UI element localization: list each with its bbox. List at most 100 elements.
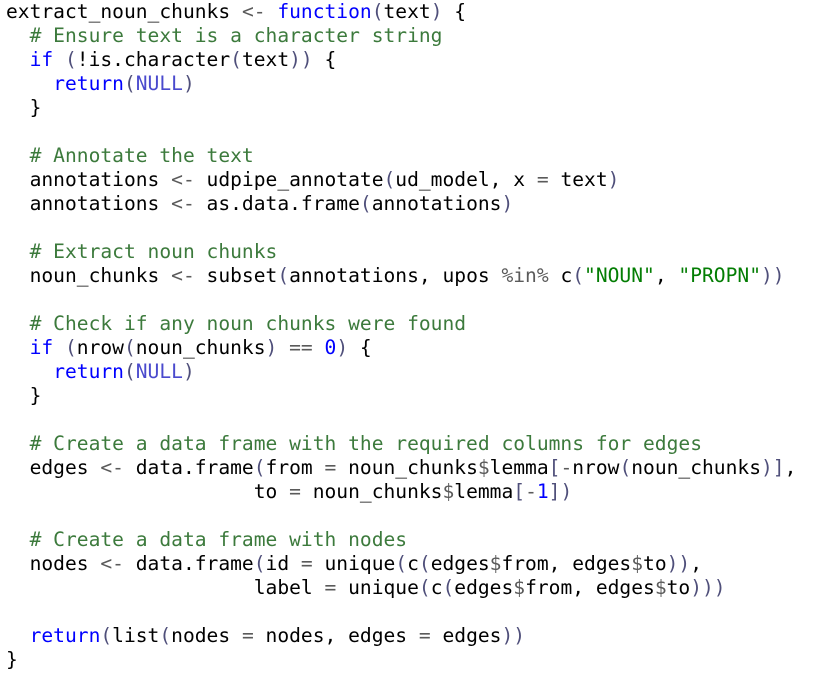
code-token-constant: NULL — [135, 360, 183, 383]
code-token-text: to — [666, 576, 691, 599]
code-token-text: to — [6, 480, 290, 503]
code-token-bracket: ( — [359, 192, 372, 215]
code-token-operator: - — [525, 480, 537, 503]
code-token-text: edges — [430, 552, 490, 575]
code-token-text: unique — [312, 552, 396, 575]
code-token-bracket: ]) — [548, 480, 573, 503]
code-token-operator: $ — [442, 480, 455, 503]
code-token-bracket: ( — [159, 624, 172, 647]
code-token-bracket: ( — [418, 576, 431, 599]
code-token-text: nodes — [6, 552, 101, 575]
code-line: edges <- data.frame(from = noun_chunks$l… — [6, 456, 797, 480]
code-token-text: as.data.frame — [194, 192, 360, 215]
code-token-keyword: if — [29, 48, 54, 71]
code-line: annotations <- as.data.frame(annotations… — [6, 192, 796, 216]
code-token-bracket: [ — [548, 456, 561, 479]
code-token-text: edges — [430, 624, 502, 647]
code-token-comment: # Extract noun chunks — [29, 240, 278, 263]
code-token-text: from — [265, 456, 325, 479]
code-token-text: id — [265, 552, 301, 575]
code-token-bracket: ( — [395, 552, 408, 575]
code-token-operator: $ — [489, 552, 502, 575]
code-token-text: from, edges — [525, 576, 655, 599]
code-token-operator: %in% — [501, 264, 549, 287]
code-token-operator: = — [300, 552, 313, 575]
code-token-text: annotations — [371, 192, 502, 215]
code-token-bracket: )) — [501, 624, 526, 647]
code-token-bracket: )] — [761, 456, 785, 479]
code-line: # Check if any noun chunks were found — [6, 312, 796, 336]
code-token-text: from, edges — [501, 552, 632, 575]
code-token-bracket: ( — [371, 0, 384, 23]
code-token-bracket: ( — [100, 624, 113, 647]
code-token-text: { — [312, 48, 337, 71]
code-token-operator: <- — [171, 192, 195, 215]
code-token-string: "PROPN" — [678, 264, 761, 287]
code-editor[interactable]: extract_noun_chunks <- function(text) { … — [0, 0, 814, 673]
code-token-text: nrow — [76, 336, 124, 359]
code-token-comment: # Create a data frame with the required … — [29, 432, 702, 455]
code-token-bracket: ) — [501, 192, 514, 215]
code-token-text: } — [6, 648, 18, 671]
code-token-operator: <- — [171, 264, 195, 287]
code-token-text: data.frame — [123, 456, 254, 479]
code-token-operator: = — [324, 576, 337, 599]
code-token-bracket: ) — [607, 168, 620, 191]
code-block[interactable]: extract_noun_chunks <- function(text) { … — [6, 0, 796, 672]
code-line: extract_noun_chunks <- function(text) { — [6, 0, 796, 24]
code-line: return(list(nodes = nodes, edges = edges… — [6, 624, 796, 648]
code-token-bracket: ( — [619, 456, 632, 479]
code-token-operator: - — [560, 456, 573, 479]
code-token-text: c — [430, 576, 443, 599]
code-token-text: nodes — [171, 624, 242, 647]
code-line: if (!is.character(text)) { — [6, 48, 796, 72]
code-token-text: , — [654, 264, 679, 287]
code-line: # Extract noun chunks — [6, 240, 796, 264]
code-line: # Create a data frame with the required … — [6, 432, 796, 456]
code-token-text: text — [241, 48, 290, 71]
code-token-bracket: ( — [253, 456, 266, 479]
code-token-operator: = — [289, 480, 301, 503]
code-token-bracket: ) — [265, 336, 278, 359]
code-token-bracket: ( — [123, 360, 136, 383]
code-line: return(NULL) — [6, 360, 796, 384]
code-token-constant: NULL — [135, 72, 183, 95]
code-token-text: extract_noun_chunks — [6, 0, 242, 23]
code-token-text: } — [6, 96, 42, 119]
code-token-bracket: ( — [418, 552, 431, 575]
code-token-text: noun_chunks — [631, 456, 761, 479]
code-token-operator: = — [536, 168, 549, 191]
code-token-text: subset — [194, 264, 278, 287]
code-token-text: unique — [336, 576, 419, 599]
code-line: label = unique(c(edges$from, edges$to))) — [6, 576, 796, 600]
code-token-bracket: ( — [230, 48, 242, 71]
code-token-operator: $ — [513, 576, 526, 599]
code-token-text: noun_chunks — [135, 336, 266, 359]
code-token-keyword: return — [53, 360, 124, 383]
code-token-text: c — [407, 552, 419, 575]
code-token-operator: <- — [241, 0, 266, 23]
code-token-text: { — [348, 336, 372, 359]
code-token-text: noun_chunks — [336, 456, 478, 479]
code-token-operator: = — [418, 624, 431, 647]
code-token-bracket: ( — [253, 552, 266, 575]
code-token-comment: # Create a data frame with nodes — [29, 528, 408, 551]
code-token-operator: $ — [477, 456, 490, 479]
code-token-text: annotations — [6, 192, 172, 215]
code-token-text: udpipe_annotate — [194, 168, 384, 191]
